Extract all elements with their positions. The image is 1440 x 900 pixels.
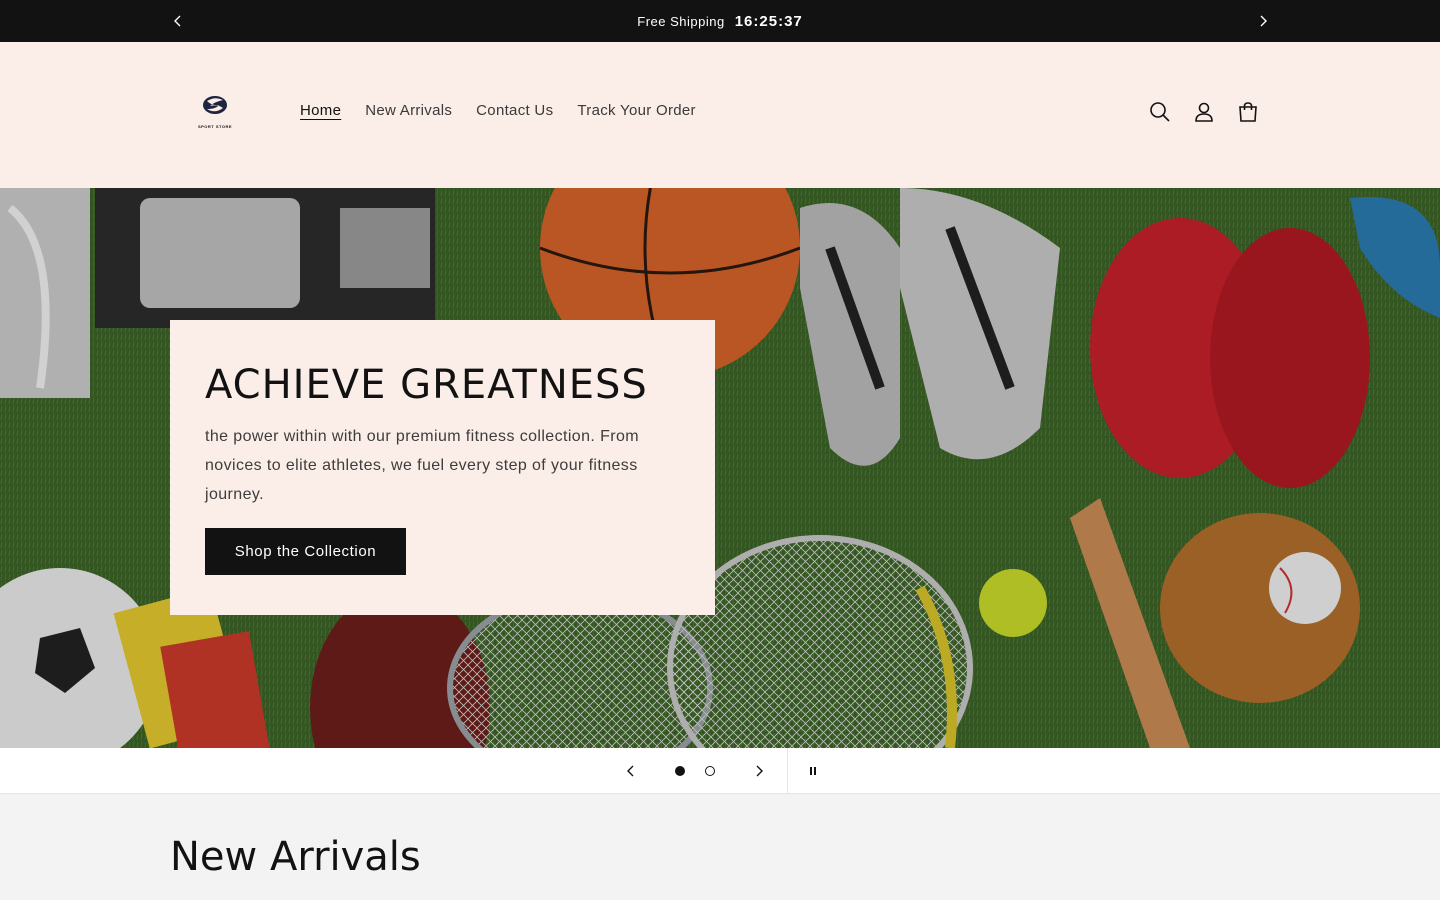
nav-track-order[interactable]: Track Your Order: [565, 102, 707, 119]
slide-indicator-active: [675, 766, 685, 776]
header-icons: [1148, 100, 1260, 124]
cart-icon: [1239, 102, 1257, 122]
controls-divider: [787, 748, 788, 794]
main-nav: Home New Arrivals Contact Us Track Your …: [288, 102, 708, 119]
slide-next-button[interactable]: [744, 748, 774, 794]
new-arrivals-section: New Arrivals: [0, 794, 1440, 900]
announcement-next-button[interactable]: [1248, 0, 1278, 42]
logo-text: SPORT STORE: [197, 124, 233, 129]
announcement-prev-button[interactable]: [163, 0, 193, 42]
logo-mark-icon: [203, 96, 227, 114]
site-header: SPORT STORE Home New Arrivals Contact Us…: [0, 42, 1440, 188]
announcement-bar: Free Shipping 16:25:37: [0, 0, 1440, 42]
hero-title: ACHIEVE GREATNESS: [205, 362, 648, 408]
nav-new-arrivals[interactable]: New Arrivals: [353, 102, 464, 119]
section-title: New Arrivals: [170, 834, 421, 880]
pause-icon: [810, 767, 816, 775]
slide-dot-2[interactable]: [700, 748, 720, 794]
slideshow-controls: [0, 748, 1440, 794]
account-button[interactable]: [1192, 100, 1216, 124]
slideshow-pause-button[interactable]: [800, 748, 826, 794]
account-icon: [1195, 102, 1213, 122]
slide-indicator: [705, 766, 715, 776]
hero-description: the power within with our premium fitnes…: [205, 428, 640, 503]
search-icon: [1150, 102, 1170, 122]
chevron-left-icon: [627, 765, 634, 777]
announcement-message: Free Shipping 16:25:37: [637, 13, 803, 30]
chevron-left-icon: [174, 15, 181, 27]
store-logo[interactable]: SPORT STORE: [190, 90, 240, 136]
chevron-right-icon: [1260, 15, 1267, 27]
hero-slideshow: ACHIEVE GREATNESS the power within with …: [0, 188, 1440, 748]
chevron-right-icon: [756, 765, 763, 777]
announcement-text: Free Shipping: [637, 13, 725, 29]
nav-home[interactable]: Home: [288, 102, 353, 119]
shop-collection-button[interactable]: Shop the Collection: [205, 528, 406, 575]
search-button[interactable]: [1148, 100, 1172, 124]
slide-prev-button[interactable]: [616, 748, 646, 794]
countdown-timer: 16:25:37: [734, 12, 803, 30]
hero-content-card: ACHIEVE GREATNESS the power within with …: [170, 320, 715, 615]
cart-button[interactable]: [1236, 100, 1260, 124]
slide-dot-1[interactable]: [670, 748, 690, 794]
nav-contact-us[interactable]: Contact Us: [464, 102, 565, 119]
